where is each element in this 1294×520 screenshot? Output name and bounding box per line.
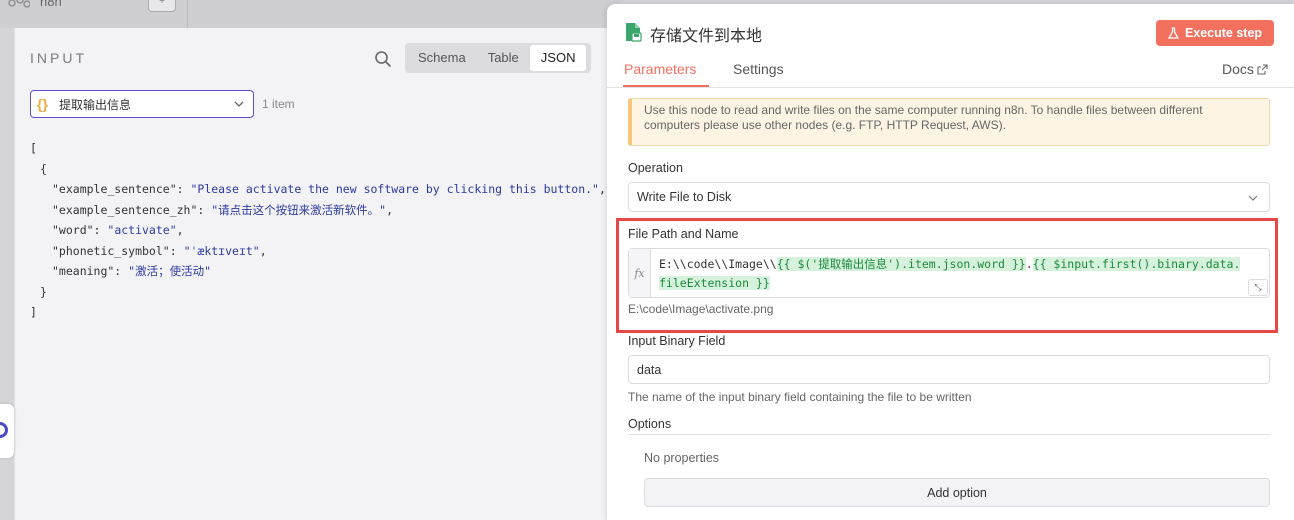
tab-settings[interactable]: Settings (733, 61, 784, 77)
input-node-select-value: 提取输出信息 (59, 97, 132, 112)
json-field-line: "word": "activate", (30, 220, 606, 241)
operation-value: Write File to Disk (637, 190, 732, 204)
tab-table[interactable]: Table (477, 45, 530, 71)
search-icon[interactable] (374, 50, 392, 68)
json-field-line: "phonetic_symbol": "ˈæktɪveɪt", (30, 241, 606, 262)
fx-icon: fx (629, 249, 651, 297)
json-separator: , (176, 223, 184, 237)
input-title: INPUT (30, 50, 87, 66)
json-field-line: "meaning": "激活；使活动" (30, 261, 606, 282)
json-key: "phonetic_symbol": (52, 243, 184, 258)
binary-field-value: data (637, 362, 662, 377)
json-value: "Please activate the new software by cli… (190, 182, 599, 196)
tab-json[interactable]: JSON (529, 45, 587, 71)
execute-step-label: Execute step (1184, 26, 1263, 40)
json-separator: , (259, 243, 267, 258)
item-count: 1 item (262, 97, 295, 111)
expression-text[interactable]: E:\\code\\Image\\{{ $('提取输出信息').item.jso… (659, 255, 1265, 293)
binary-field-hint: The name of the input binary field conta… (628, 390, 972, 404)
expression-plain-text: . (1025, 257, 1033, 271)
info-notice: Use this node to read and write files on… (628, 98, 1270, 146)
no-properties-text: No properties (644, 451, 720, 465)
json-close-brace: } (40, 284, 47, 299)
operation-label: Operation (628, 161, 683, 175)
expression-line-1: E:\\code\\Image\\{{ $('提取输出信息').item.jso… (659, 255, 1265, 274)
json-key: "word": (52, 223, 108, 237)
file-path-preview: E:\code\Image\activate.png (628, 302, 774, 316)
input-node-select[interactable]: {} 提取输出信息 (30, 90, 254, 118)
json-view: [ { "example_sentence": "Please activate… (30, 138, 606, 323)
options-label: Options (628, 417, 672, 431)
file-path-expression-input[interactable]: fx E:\\code\\Image\\{{ $('提取输出信息').item.… (628, 248, 1270, 298)
json-field-line: "example_sentence_zh": "请点击这个按钮来激活新软件。", (30, 200, 606, 221)
connector-dot-icon (0, 422, 8, 438)
operation-select[interactable]: Write File to Disk (628, 182, 1270, 212)
json-open-brace: { (40, 161, 47, 176)
external-link-icon (1257, 64, 1268, 75)
side-connector[interactable] (0, 404, 14, 458)
json-value: "ˈæktɪveɪt" (183, 243, 260, 258)
json-key: "meaning": (52, 264, 129, 278)
flask-icon (1167, 27, 1179, 39)
expression-segment: {{ $input.first().binary.data. (1032, 257, 1241, 271)
json-open-bracket: [ (30, 141, 37, 155)
add-option-button[interactable]: Add option (644, 478, 1270, 507)
json-key: "example_sentence": (52, 182, 191, 196)
options-divider (628, 434, 1270, 435)
expression-segment: fileExtension }} (659, 276, 770, 290)
docs-link[interactable]: Docs (1222, 61, 1268, 77)
json-key: "example_sentence_zh": (52, 202, 212, 217)
json-value: "激活；使活动" (128, 264, 212, 278)
node-title: 存储文件到本地 (650, 28, 763, 45)
json-separator: , (598, 182, 606, 196)
braces-icon: {} (37, 96, 48, 112)
expand-expression-icon[interactable]: ⤡ (1248, 279, 1268, 296)
chevron-down-icon (234, 101, 244, 107)
json-field-line: "example_sentence": "Please activate the… (30, 179, 606, 200)
file-save-icon (626, 23, 642, 42)
expression-plain-text: E:\\code\\Image\\ (659, 257, 777, 271)
canvas-node-label: n8n (40, 0, 62, 9)
binary-field-input[interactable]: data (628, 355, 1270, 384)
tab-schema[interactable]: Schema (407, 45, 477, 71)
docs-label: Docs (1222, 61, 1254, 77)
input-panel: INPUT Schema Table JSON {} 提取输出信息 1 item… (14, 28, 624, 520)
file-path-label: File Path and Name (628, 227, 739, 241)
expression-segment: {{ $('提取输出信息').item.json.word }} (776, 257, 1026, 271)
expression-line-2: fileExtension }} (659, 274, 1265, 293)
view-mode-tabs: Schema Table JSON (405, 43, 591, 73)
json-value: "activate" (107, 223, 177, 237)
json-value: "请点击这个按钮来激活新软件。" (211, 202, 387, 217)
binary-field-label: Input Binary Field (628, 334, 726, 348)
chevron-down-icon (1248, 195, 1258, 201)
json-fields: "example_sentence": "Please activate the… (30, 179, 606, 282)
panel-tabs: Parameters Settings (607, 58, 1294, 88)
tab-parameters[interactable]: Parameters (624, 61, 696, 77)
json-close-bracket: ] (30, 305, 37, 319)
canvas-add-button[interactable]: + (148, 0, 176, 12)
canvas-background: n8n + (0, 0, 620, 28)
execute-step-button[interactable]: Execute step (1156, 20, 1274, 46)
json-separator: , (386, 202, 394, 217)
active-tab-indicator (623, 85, 709, 87)
node-settings-panel: 存储文件到本地 Execute step Parameters Settings… (607, 4, 1294, 520)
canvas-divider (187, 0, 188, 28)
workflow-icon (8, 0, 30, 8)
